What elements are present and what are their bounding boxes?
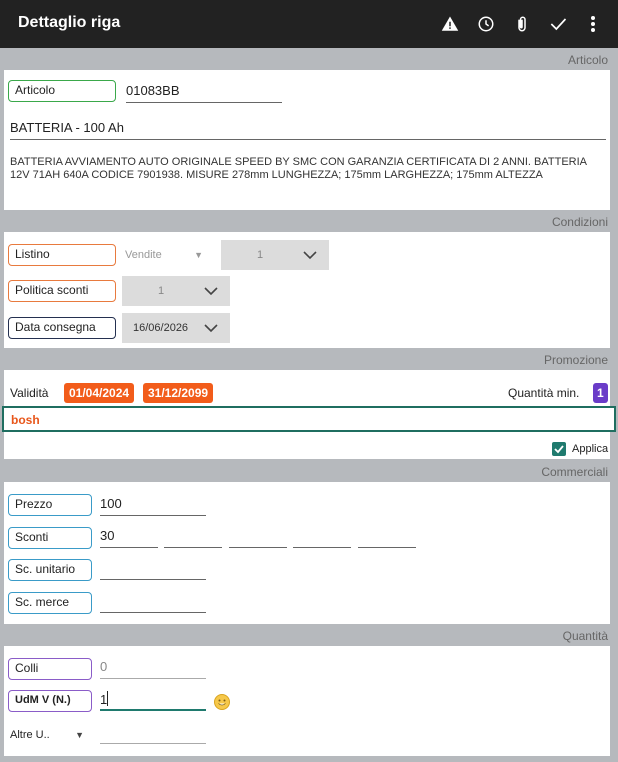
data-consegna-tag: Data consegna (8, 317, 116, 339)
validita-label: Validità (10, 386, 49, 400)
validita-to-badge: 31/12/2099 (143, 383, 214, 403)
caret-down-icon: ▼ (75, 730, 84, 740)
colli-field[interactable]: 0 (100, 659, 206, 679)
udm-field[interactable]: 1 (100, 691, 206, 711)
politica-sconti-value: 1 (157, 285, 165, 297)
articolo-description: BATTERIA AVVIAMENTO AUTO ORIGINALE SPEED… (10, 156, 587, 181)
text-cursor (107, 691, 109, 706)
promo-row[interactable]: bosh (2, 406, 616, 432)
section-label-condizioni: Condizioni (551, 215, 608, 229)
altre-unita-label: Altre U.. (10, 729, 50, 741)
sconti-tag: Sconti (8, 527, 92, 549)
section-label-commerciali: Commerciali (541, 465, 608, 479)
listino-value-dropdown[interactable]: 1 (221, 240, 329, 270)
more-vert-icon[interactable] (581, 12, 605, 36)
articolo-tag: Articolo (8, 80, 116, 102)
politica-sconti-dropdown[interactable]: 1 (122, 276, 230, 306)
udm-value: 1 (100, 692, 108, 707)
smiley-face-icon[interactable] (214, 694, 230, 710)
quantita-min-label: Quantità min. (508, 386, 580, 400)
listino-tag: Listino (8, 244, 116, 266)
condizioni-panel: Listino Vendite ▼ 1 Politica sconti 1 Da… (4, 232, 610, 348)
politica-sconti-tag: Politica sconti (8, 280, 116, 302)
listino-value: 1 (256, 249, 264, 261)
commerciali-panel: Prezzo 100 Sconti 30 Sc. unitario Sc. me… (4, 482, 610, 624)
articolo-code-field[interactable]: 01083BB (126, 83, 282, 103)
data-consegna-dropdown[interactable]: 16/06/2026 (122, 313, 230, 343)
page-title: Dettaglio riga (18, 14, 121, 31)
sconto-5-field[interactable] (358, 528, 416, 548)
paperclip-icon[interactable] (510, 12, 534, 36)
prezzo-tag: Prezzo (8, 494, 92, 516)
altre-unita-select[interactable]: Altre U.. ▼ (10, 726, 88, 744)
sconto-4-field[interactable] (293, 528, 351, 548)
udm-tag: UdM V (N.) (8, 690, 92, 712)
section-label-quantita: Quantità (562, 629, 608, 643)
check-icon[interactable] (546, 12, 570, 36)
listino-type-value: Vendite (125, 249, 162, 261)
sc-unitario-tag: Sc. unitario (8, 559, 92, 581)
sc-merce-tag: Sc. merce (8, 592, 92, 614)
articolo-panel: Articolo 01083BB BATTERIA - 100 Ah BATTE… (4, 70, 610, 210)
section-label-promozione: Promozione (543, 353, 608, 367)
applica-label: Applica (572, 443, 609, 455)
clock-icon[interactable] (474, 12, 498, 36)
chevron-down-icon (204, 324, 218, 333)
listino-type-select[interactable]: Vendite ▼ (125, 244, 209, 266)
quantita-panel: Colli 0 UdM V (N.) 1 Altre U.. ▼ (4, 646, 610, 756)
top-app-bar: Dettaglio riga (0, 0, 618, 48)
altre-unita-field[interactable] (100, 724, 206, 744)
chevron-down-icon (303, 251, 317, 260)
sconto-2-field[interactable] (164, 528, 222, 548)
caret-down-icon: ▼ (194, 250, 203, 260)
prezzo-field[interactable]: 100 (100, 496, 206, 516)
chevron-down-icon (204, 287, 218, 296)
sc-unitario-field[interactable] (100, 560, 206, 580)
warning-icon[interactable] (438, 12, 462, 36)
sconto-1-field[interactable]: 30 (100, 528, 158, 548)
validita-from-badge: 01/04/2024 (64, 383, 135, 403)
data-consegna-value: 16/06/2026 (133, 322, 189, 334)
colli-tag: Colli (8, 658, 92, 680)
articolo-name-field[interactable]: BATTERIA - 100 Ah (10, 120, 606, 140)
sconto-3-field[interactable] (229, 528, 287, 548)
quantita-min-badge: 1 (593, 383, 608, 403)
section-label-articolo: Articolo (567, 53, 608, 67)
promo-name: bosh (11, 413, 40, 427)
sc-merce-field[interactable] (100, 593, 206, 613)
checkbox-checked-icon (552, 442, 566, 456)
